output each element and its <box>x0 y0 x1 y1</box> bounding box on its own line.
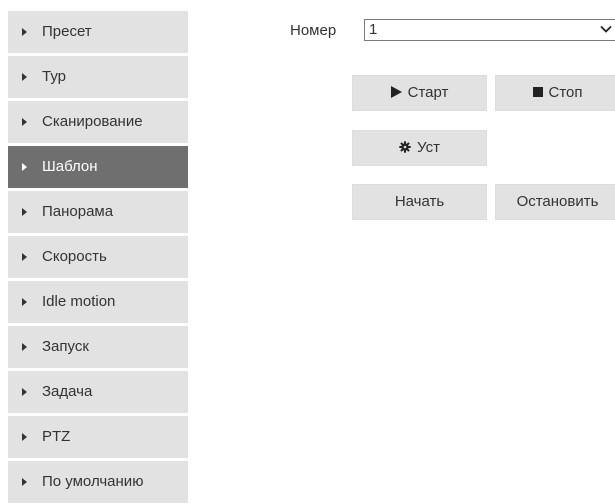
start-button[interactable]: Старт <box>352 75 487 111</box>
triangle-right-icon <box>22 478 27 486</box>
sidebar-item-label: Панорама <box>42 203 114 220</box>
begin-record-button[interactable]: Начать <box>352 184 487 220</box>
triangle-right-icon <box>22 73 27 81</box>
triangle-right-icon <box>22 28 27 36</box>
triangle-right-icon <box>22 253 27 261</box>
end-record-label: Остановить <box>516 193 599 211</box>
play-icon <box>390 86 402 99</box>
triangle-right-icon <box>22 388 27 396</box>
sidebar-item-panorama[interactable]: Панорама <box>8 191 188 233</box>
sidebar-item-ptz[interactable]: PTZ <box>8 416 188 458</box>
sidebar-item-task[interactable]: Задача <box>8 371 188 413</box>
stop-square-icon <box>532 87 543 98</box>
sidebar-item-label: Шаблон <box>42 158 98 175</box>
sidebar-item-default[interactable]: По умолчанию <box>8 461 188 503</box>
start-button-label: Старт <box>407 84 449 102</box>
stop-button-label: Стоп <box>548 84 583 102</box>
sidebar-item-speed[interactable]: Скорость <box>8 236 188 278</box>
sidebar-item-scan[interactable]: Сканирование <box>8 101 188 143</box>
sidebar-item-label: Скорость <box>42 248 107 265</box>
begin-record-label: Начать <box>394 193 445 211</box>
gear-icon <box>399 140 411 153</box>
set-button-label: Уст <box>417 139 440 157</box>
chevron-down-icon <box>600 25 612 33</box>
sidebar-item-pattern[interactable]: Шаблон <box>8 146 188 188</box>
triangle-right-icon <box>22 118 27 126</box>
sidebar-item-label: Сканирование <box>42 113 143 130</box>
sidebar-item-label: По умолчанию <box>42 473 144 490</box>
triangle-right-icon <box>22 298 27 306</box>
triangle-right-icon <box>22 163 27 171</box>
sidebar-item-tour[interactable]: Тур <box>8 56 188 98</box>
sidebar-item-power-up[interactable]: Запуск <box>8 326 188 368</box>
stop-button[interactable]: Стоп <box>495 75 615 111</box>
sidebar-item-preset[interactable]: Пресет <box>8 11 188 53</box>
pattern-number-value: 1 <box>369 21 378 38</box>
triangle-right-icon <box>22 208 27 216</box>
end-record-button[interactable]: Остановить <box>495 184 615 220</box>
triangle-right-icon <box>22 343 27 351</box>
pattern-number-select[interactable]: 1 <box>364 19 615 41</box>
ptz-sidebar-menu: Пресет Тур Сканирование Шаблон Панорама … <box>8 11 188 504</box>
sidebar-item-label: Тур <box>42 68 66 85</box>
pattern-number-label: Номер <box>290 22 337 39</box>
triangle-right-icon <box>22 433 27 441</box>
sidebar-item-label: Запуск <box>42 338 89 355</box>
sidebar-item-label: Idle motion <box>42 293 116 310</box>
set-button[interactable]: Уст <box>352 130 487 166</box>
sidebar-item-idle-motion[interactable]: Idle motion <box>8 281 188 323</box>
ptz-pattern-page: Пресет Тур Сканирование Шаблон Панорама … <box>0 0 615 504</box>
sidebar-item-label: Пресет <box>42 23 92 40</box>
sidebar-item-label: PTZ <box>42 428 71 445</box>
sidebar-item-label: Задача <box>42 383 93 400</box>
